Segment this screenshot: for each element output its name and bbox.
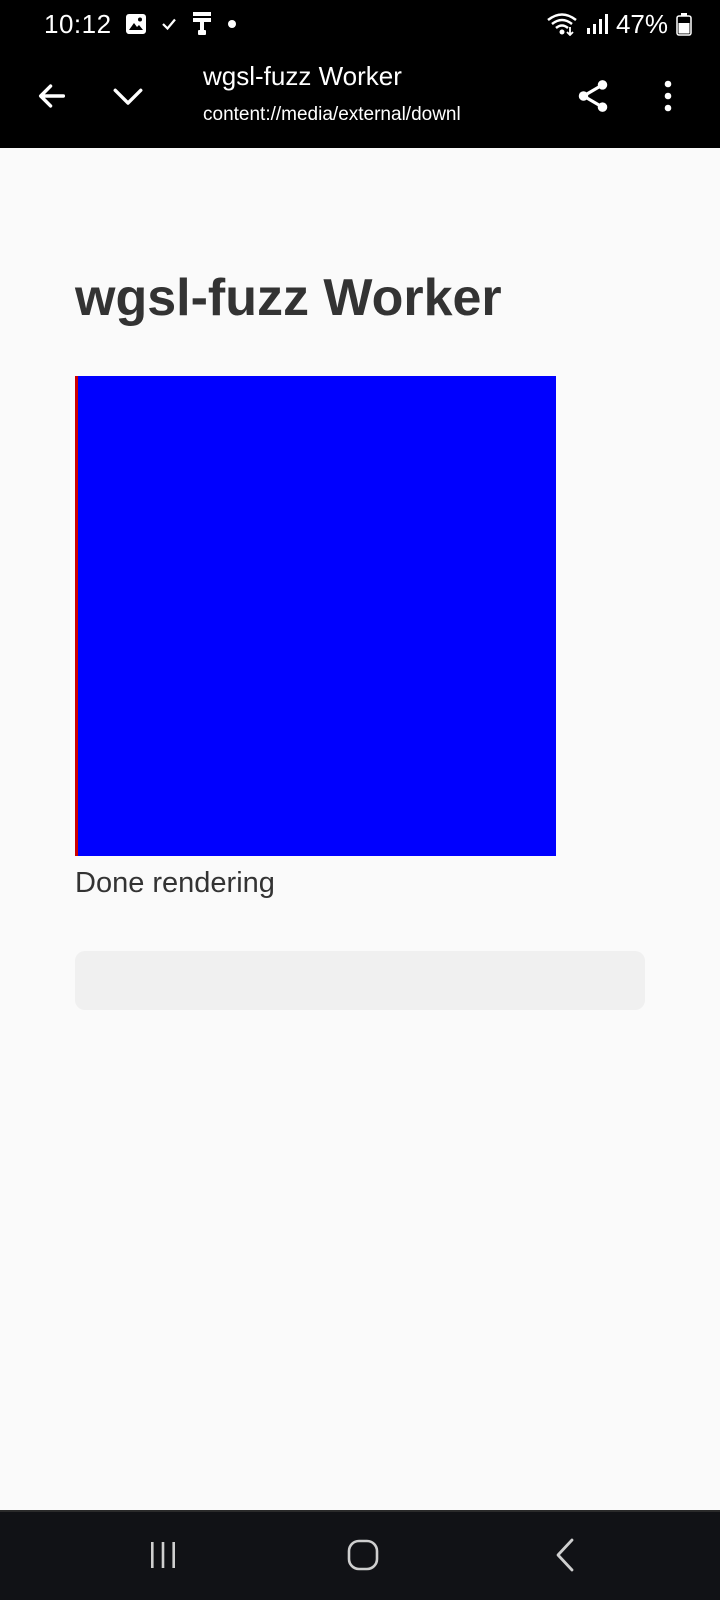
status-right: 47% — [546, 0, 692, 48]
minimize-button[interactable] — [98, 68, 158, 128]
dot-icon — [226, 18, 238, 30]
page-title: wgsl-fuzz Worker — [75, 269, 502, 327]
home-icon — [345, 1537, 381, 1578]
navigation-bar — [0, 1510, 720, 1600]
battery-percent: 47% — [615, 8, 668, 39]
browser-toolbar: wgsl-fuzz Worker content://media/externa… — [0, 48, 720, 148]
usb-icon — [190, 11, 214, 37]
gallery-icon — [124, 12, 148, 36]
recents-button[interactable] — [128, 1527, 198, 1587]
output-box — [75, 951, 645, 1010]
battery-icon — [676, 12, 692, 36]
page-content[interactable]: wgsl-fuzz Worker Done rendering — [0, 148, 720, 1510]
check-icon — [160, 15, 178, 33]
back-arrow-icon — [35, 79, 69, 118]
toolbar-url: content://media/external/downl — [203, 104, 461, 125]
render-canvas — [75, 376, 556, 856]
status-bar: 10:12 47% — [0, 0, 720, 48]
render-status-text: Done rendering — [75, 867, 275, 899]
chevron-down-icon — [109, 79, 147, 118]
recents-icon — [146, 1538, 180, 1577]
nav-back-button[interactable] — [530, 1527, 600, 1587]
more-vert-icon — [662, 79, 674, 118]
toolbar-title: wgsl-fuzz Worker — [203, 61, 402, 91]
share-icon — [574, 77, 612, 120]
menu-button[interactable] — [638, 68, 698, 128]
signal-icon — [586, 13, 608, 35]
back-icon — [550, 1537, 580, 1578]
status-left: 10:12 — [44, 0, 238, 48]
status-time: 10:12 — [44, 8, 112, 39]
title-block: wgsl-fuzz Worker content://media/externa… — [203, 58, 503, 142]
back-button[interactable] — [22, 68, 82, 128]
share-button[interactable] — [563, 68, 623, 128]
wifi-icon — [546, 12, 578, 36]
home-button[interactable] — [328, 1527, 398, 1587]
